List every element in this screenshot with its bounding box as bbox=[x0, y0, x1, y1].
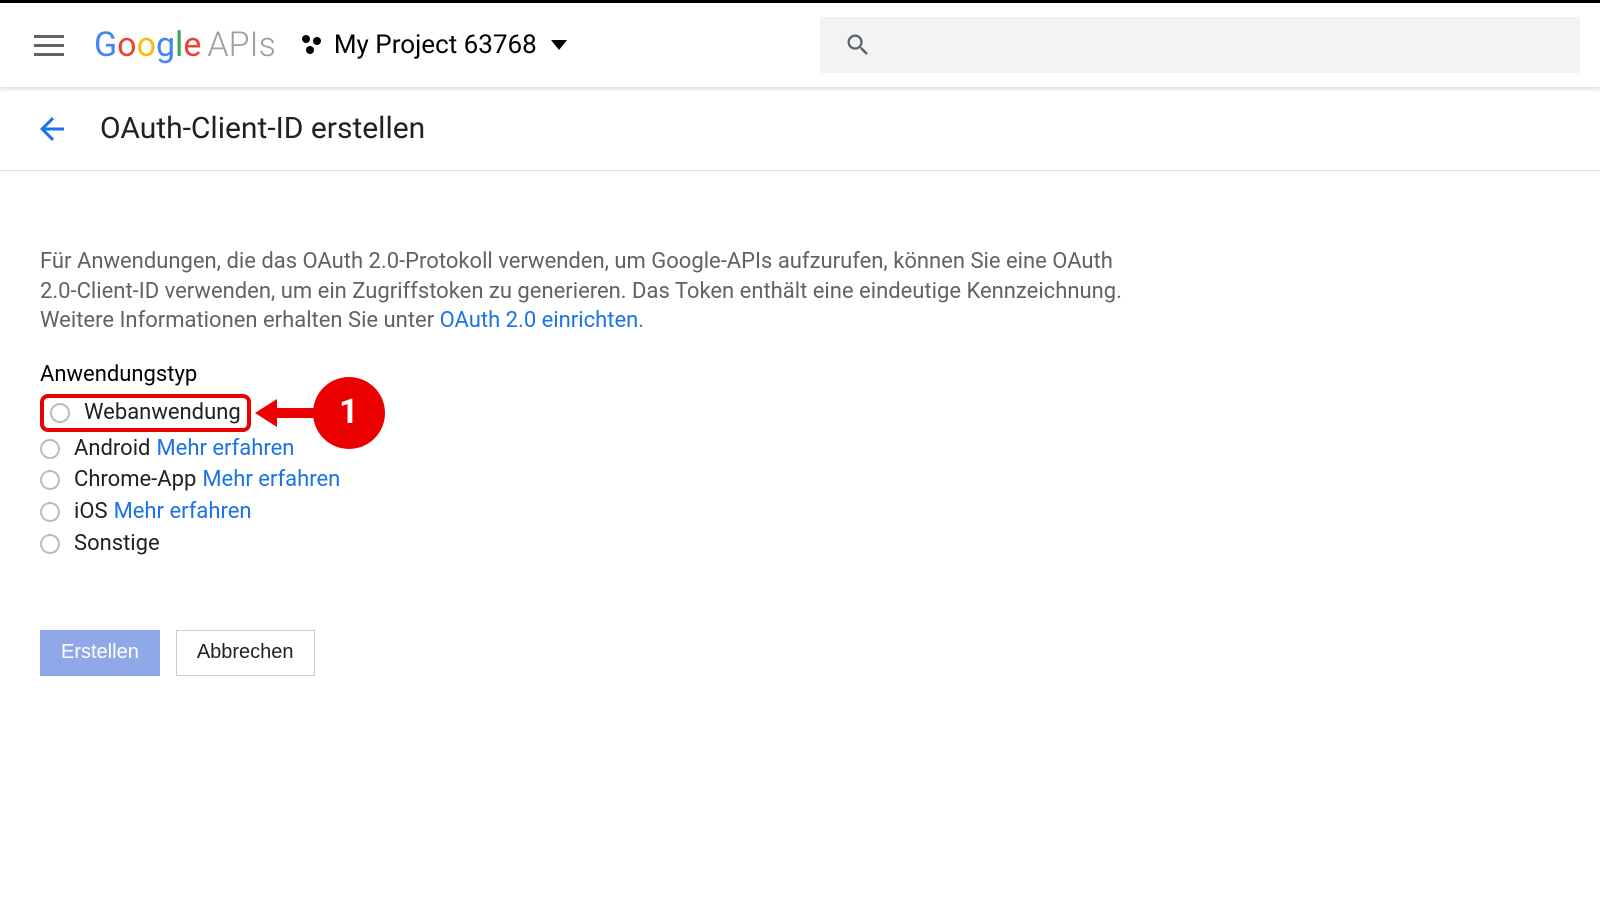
application-type-options: Webanwendung 1 Android Mehr erfahren Chr… bbox=[40, 393, 1140, 559]
description: Für Anwendungen, die das OAuth 2.0-Proto… bbox=[40, 247, 1140, 336]
project-selector[interactable]: My Project 63768 bbox=[334, 30, 567, 60]
radio-icon[interactable] bbox=[40, 439, 60, 459]
option-android[interactable]: Android Mehr erfahren bbox=[40, 433, 1140, 465]
cancel-button[interactable]: Abbrechen bbox=[176, 630, 315, 676]
google-apis-logo[interactable]: Google APIs bbox=[94, 25, 276, 65]
callout-number: 1 bbox=[313, 377, 385, 449]
radio-icon[interactable] bbox=[40, 534, 60, 554]
content: Für Anwendungen, die das OAuth 2.0-Proto… bbox=[0, 171, 1180, 716]
option-label: Chrome-App bbox=[74, 465, 196, 495]
page-title: OAuth-Client-ID erstellen bbox=[100, 111, 425, 146]
option-ios[interactable]: iOS Mehr erfahren bbox=[40, 496, 1140, 528]
learn-more-link[interactable]: Mehr erfahren bbox=[202, 465, 340, 495]
chevron-down-icon bbox=[551, 40, 567, 50]
project-icon bbox=[300, 33, 324, 57]
button-row: Erstellen Abbrechen bbox=[40, 630, 1140, 676]
radio-icon[interactable] bbox=[50, 403, 70, 423]
project-name: My Project 63768 bbox=[334, 30, 537, 60]
create-button[interactable]: Erstellen bbox=[40, 630, 160, 676]
search-icon bbox=[844, 31, 872, 59]
title-bar: OAuth-Client-ID erstellen bbox=[0, 87, 1600, 171]
option-label: Webanwendung bbox=[84, 398, 241, 428]
back-button[interactable] bbox=[34, 111, 70, 147]
callout-annotation: 1 bbox=[255, 377, 385, 449]
option-label: Sonstige bbox=[74, 529, 160, 559]
option-other[interactable]: Sonstige bbox=[40, 528, 1140, 560]
oauth-setup-link[interactable]: OAuth 2.0 einrichten bbox=[440, 308, 639, 333]
menu-icon[interactable] bbox=[34, 30, 64, 60]
learn-more-link[interactable]: Mehr erfahren bbox=[114, 497, 252, 527]
option-web[interactable]: Webanwendung 1 bbox=[40, 393, 1140, 433]
search-bar[interactable] bbox=[820, 17, 1580, 73]
option-label: Android bbox=[74, 434, 150, 464]
highlight-annotation: Webanwendung 1 bbox=[40, 394, 251, 432]
description-post: . bbox=[638, 308, 644, 333]
option-label: iOS bbox=[74, 497, 108, 527]
top-bar: Google APIs My Project 63768 bbox=[0, 3, 1600, 87]
option-chrome[interactable]: Chrome-App Mehr erfahren bbox=[40, 464, 1140, 496]
application-type-label: Anwendungstyp bbox=[40, 362, 1140, 387]
radio-icon[interactable] bbox=[40, 470, 60, 490]
arrow-left-icon bbox=[34, 111, 70, 147]
radio-icon[interactable] bbox=[40, 502, 60, 522]
